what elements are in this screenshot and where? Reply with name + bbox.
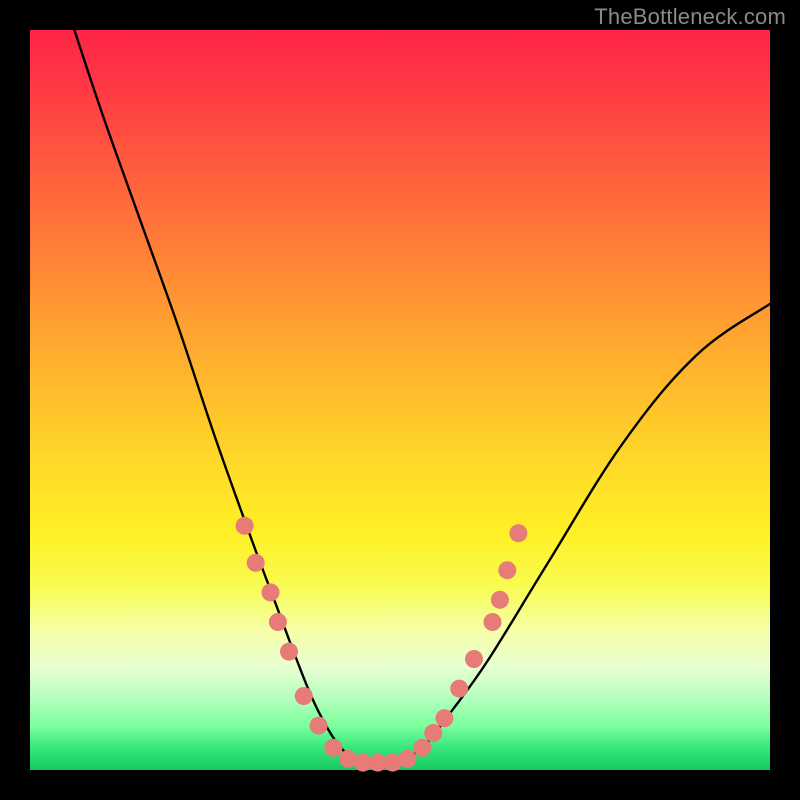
curve-marker	[236, 517, 254, 535]
curve-marker	[435, 709, 453, 727]
curve-marker	[491, 591, 509, 609]
curve-marker	[424, 724, 442, 742]
curve-marker	[310, 717, 328, 735]
curve-marker	[280, 643, 298, 661]
curve-marker	[324, 739, 342, 757]
curve-marker	[509, 524, 527, 542]
curve-marker	[450, 680, 468, 698]
curve-marker	[413, 739, 431, 757]
watermark-text: TheBottleneck.com	[594, 4, 786, 30]
bottleneck-curve-svg	[30, 30, 770, 770]
bottleneck-curve	[74, 30, 770, 763]
curve-marker	[484, 613, 502, 631]
curve-marker	[295, 687, 313, 705]
curve-marker	[262, 583, 280, 601]
curve-marker	[498, 561, 516, 579]
curve-marker	[465, 650, 483, 668]
curve-markers	[236, 517, 528, 772]
plot-area	[30, 30, 770, 770]
curve-marker	[398, 750, 416, 768]
curve-marker	[269, 613, 287, 631]
chart-frame: TheBottleneck.com	[0, 0, 800, 800]
curve-marker	[247, 554, 265, 572]
